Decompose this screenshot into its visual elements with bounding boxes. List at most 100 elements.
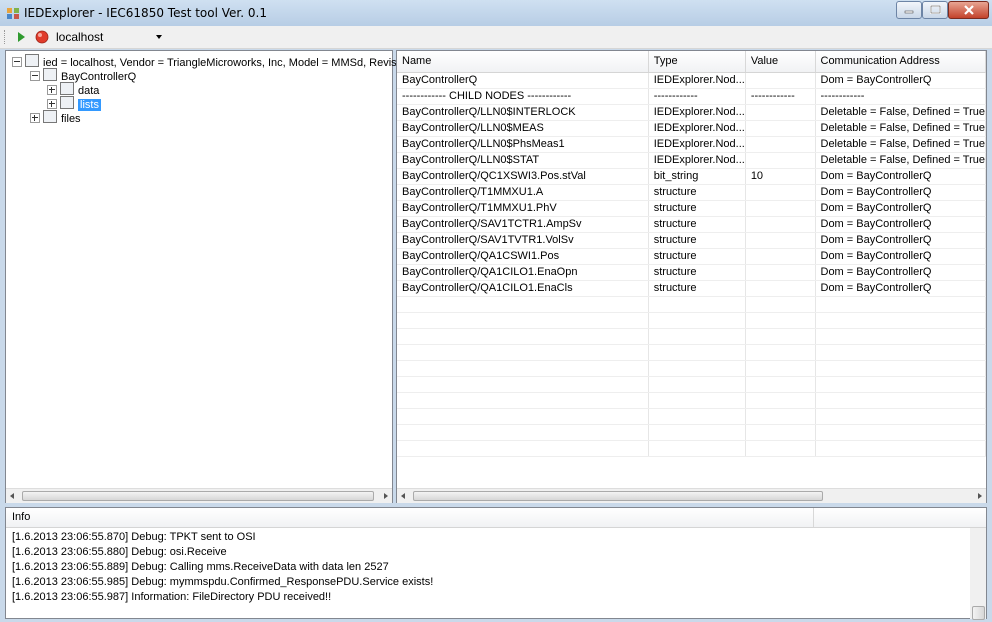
column-header-type[interactable]: Type (648, 51, 746, 73)
column-header-address[interactable]: Communication Address (815, 51, 986, 73)
tree-node-lists[interactable]: lists (47, 95, 101, 111)
cell-name: BayControllerQ/QA1CILO1.EnaOpn (397, 264, 649, 281)
cell-name: BayControllerQ/QA1CSWI1.Pos (397, 248, 649, 265)
device-icon (25, 54, 39, 67)
scrollbar-thumb[interactable] (972, 606, 985, 620)
table-row[interactable]: BayControllerQ/QA1CSWI1.Pos structure Dom … (397, 248, 986, 265)
table-row[interactable]: BayControllerQ/T1MMXU1.A structure Dom = B… (397, 184, 986, 201)
tree-node-bay-controller[interactable]: BayControllerQ (30, 67, 136, 83)
expand-icon[interactable] (47, 99, 57, 109)
expand-icon[interactable] (47, 85, 57, 95)
cell-type (648, 408, 746, 425)
cell-address: ------------ (815, 88, 986, 105)
cell-address (815, 296, 986, 313)
cell-name (397, 296, 649, 313)
host-dropdown[interactable]: localhost (52, 28, 164, 45)
table-row[interactable] (397, 328, 986, 345)
expand-icon[interactable] (30, 113, 40, 123)
tree-node-data[interactable]: data (47, 81, 99, 97)
table-row[interactable]: BayControllerQ/QA1CILO1.EnaCls structure D… (397, 280, 986, 297)
table-row[interactable]: BayControllerQ/SAV1TCTR1.AmpSv structure D… (397, 216, 986, 233)
table-row[interactable]: BayControllerQ IEDExplorer.Nod... Dom = Ba… (397, 72, 986, 89)
cell-address: Dom = BayControllerQ (815, 72, 986, 89)
table-row[interactable]: BayControllerQ/LLN0$STAT IEDExplorer.Nod.… (397, 152, 986, 169)
cell-type (648, 360, 746, 377)
tree-node-files[interactable]: files (30, 109, 81, 125)
table-row[interactable] (397, 408, 986, 425)
table-row[interactable] (397, 296, 986, 313)
cell-address: Dom = BayControllerQ (815, 232, 986, 249)
cell-name: BayControllerQ/SAV1TCTR1.AmpSv (397, 216, 649, 233)
column-header-name[interactable]: Name (397, 51, 649, 73)
cell-value (745, 440, 816, 457)
cell-address (815, 344, 986, 361)
host-value: localhost (56, 30, 104, 44)
minimize-button[interactable] (896, 1, 922, 19)
scrollbar-thumb[interactable] (413, 491, 823, 501)
cell-value (745, 120, 816, 137)
table-row[interactable] (397, 424, 986, 441)
close-button[interactable] (948, 1, 989, 19)
minimize-icon (904, 10, 914, 14)
table-row[interactable] (397, 360, 986, 377)
table-row[interactable] (397, 312, 986, 329)
header-divider (813, 508, 814, 527)
cell-address: Dom = BayControllerQ (815, 168, 986, 185)
table-row[interactable]: BayControllerQ/LLN0$MEAS IEDExplorer.Nod.… (397, 120, 986, 137)
column-header-value[interactable]: Value (745, 51, 816, 73)
table-row[interactable] (397, 344, 986, 361)
table-row[interactable] (397, 376, 986, 393)
table-row[interactable]: BayControllerQ/LLN0$INTERLOCK IEDExplorer… (397, 104, 986, 121)
cell-type: IEDExplorer.Nod... (648, 136, 746, 153)
grid-horizontal-scrollbar[interactable] (397, 488, 986, 503)
title-bar: IEDExplorer - IEC61850 Test tool Ver. 0.… (0, 0, 992, 26)
info-header-label: Info (12, 511, 31, 523)
cell-type (648, 392, 746, 409)
maximize-button[interactable] (922, 1, 948, 19)
table-row[interactable]: BayControllerQ/SAV1TVTR1.VolSv structure D… (397, 232, 986, 249)
stop-icon[interactable] (35, 30, 49, 44)
table-row[interactable]: BayControllerQ/QA1CILO1.EnaOpn structure D… (397, 264, 986, 281)
cell-address: Dom = BayControllerQ (815, 200, 986, 217)
table-row[interactable] (397, 392, 986, 409)
tree-pane[interactable]: ied = localhost, Vendor = TriangleMicrow… (5, 50, 439, 503)
cell-value (745, 152, 816, 169)
cell-address: Deletable = False, Defined = True (815, 104, 986, 121)
cell-name (397, 408, 649, 425)
cell-type: structure (648, 200, 746, 217)
table-row[interactable]: BayControllerQ/QC1XSWI3.Pos.stVal bit_str… (397, 168, 986, 185)
tree-horizontal-scrollbar[interactable] (6, 488, 392, 503)
collapse-icon[interactable] (30, 71, 40, 81)
file-icon (43, 110, 57, 123)
cell-type: structure (648, 216, 746, 233)
cell-type (648, 312, 746, 329)
logical-device-icon (43, 68, 57, 81)
scroll-right-icon[interactable] (384, 493, 388, 499)
table-row[interactable] (397, 440, 986, 457)
toolbar-grip[interactable] (4, 30, 8, 44)
log-line: [1.6.2013 23:06:55.987] Information: Fil… (12, 591, 332, 603)
run-icon[interactable] (15, 31, 27, 43)
cell-name: BayControllerQ/T1MMXU1.PhV (397, 200, 649, 217)
cell-type: ------------ (648, 88, 746, 105)
scroll-right-icon[interactable] (978, 493, 982, 499)
scroll-left-icon[interactable] (401, 493, 405, 499)
table-row[interactable]: BayControllerQ/LLN0$PhsMeas1 IEDExplorer.… (397, 136, 986, 153)
cell-name: BayControllerQ/QC1XSWI3.Pos.stVal (397, 168, 649, 185)
chevron-down-icon (156, 35, 162, 39)
table-row[interactable]: BayControllerQ/T1MMXU1.PhV structure Dom =… (397, 200, 986, 217)
tree-node-ied[interactable]: ied = localhost, Vendor = TriangleMicrow… (12, 53, 439, 69)
collapse-icon[interactable] (12, 57, 22, 67)
scroll-left-icon[interactable] (10, 493, 14, 499)
cell-address (815, 360, 986, 377)
log-line: [1.6.2013 23:06:55.889] Debug: Calling m… (12, 561, 389, 573)
details-grid[interactable]: Name Type Value Communication Address Ba… (396, 50, 987, 503)
cell-value (745, 72, 816, 89)
app-icon (7, 8, 19, 19)
info-vertical-scrollbar[interactable] (970, 528, 986, 620)
cell-name: BayControllerQ/QA1CILO1.EnaCls (397, 280, 649, 297)
cell-address (815, 376, 986, 393)
table-row[interactable]: ------------ CHILD NODES ------------ ---… (397, 88, 986, 105)
cell-address: Dom = BayControllerQ (815, 216, 986, 233)
scrollbar-thumb[interactable] (22, 491, 374, 501)
